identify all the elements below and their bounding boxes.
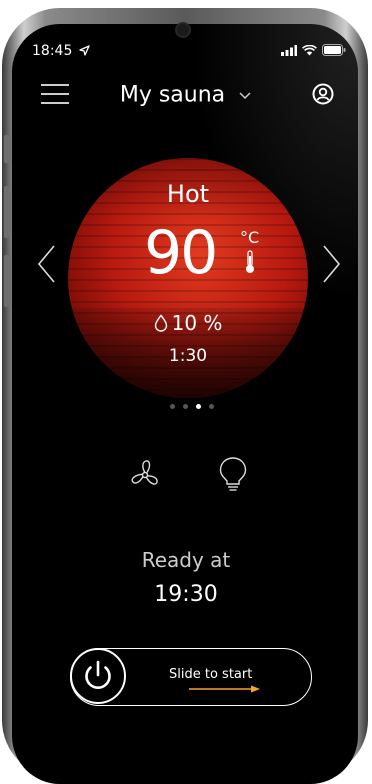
power-icon: [85, 660, 111, 690]
temperature-value: 90: [144, 218, 218, 288]
side-button: [4, 135, 9, 163]
page-dot[interactable]: [183, 404, 188, 409]
status-time: 18:45: [32, 43, 90, 59]
volume-up-button: [4, 186, 9, 238]
light-bulb-icon[interactable]: [218, 456, 248, 494]
previous-arrow-icon[interactable]: [36, 244, 56, 284]
location-icon: [79, 45, 90, 56]
page-dot[interactable]: [170, 404, 175, 409]
page-dot[interactable]: [209, 404, 214, 409]
power-knob[interactable]: [70, 648, 126, 704]
temperature-unit: °C: [240, 228, 260, 247]
page-title: My sauna: [119, 82, 226, 108]
humidity-value: 10 %: [171, 311, 223, 335]
sauna-status-card[interactable]: Hot 90 °C 10 % 1:30: [68, 158, 308, 398]
next-arrow-icon[interactable]: [322, 244, 342, 284]
water-drop-icon: [154, 314, 167, 332]
chevron-down-icon: [239, 92, 251, 100]
ready-at-time[interactable]: 19:30: [0, 582, 372, 607]
page-dot-active[interactable]: [196, 404, 201, 409]
profile-icon[interactable]: [312, 83, 334, 105]
humidity: 10 %: [68, 311, 308, 335]
volume-down-button: [4, 255, 9, 307]
status-icons: [281, 44, 346, 56]
front-camera: [177, 24, 189, 36]
slide-to-start-control[interactable]: Slide to start: [70, 648, 312, 706]
mode-label: Hot: [166, 180, 210, 208]
ready-at-label: Ready at: [141, 548, 231, 572]
signal-icon: [281, 44, 297, 56]
fan-icon[interactable]: [128, 458, 162, 492]
slide-arrow-icon: [189, 685, 260, 693]
battery-icon: [322, 44, 346, 56]
page-indicator[interactable]: [170, 404, 214, 409]
timer-value: 1:30: [168, 346, 208, 366]
slide-to-start-label: Slide to start: [169, 667, 253, 682]
wifi-icon: [302, 44, 317, 55]
thermometer-icon: [246, 250, 254, 273]
